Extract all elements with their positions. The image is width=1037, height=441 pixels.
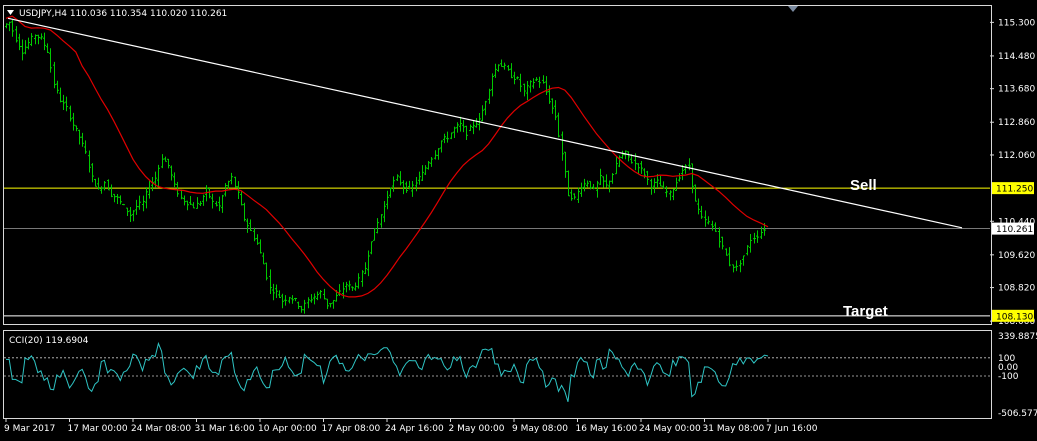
time-tick-label: 24 Mar 08:00 bbox=[131, 424, 191, 434]
svg-text:111.250: 111.250 bbox=[996, 185, 1033, 195]
price-tick-label: 109.620 bbox=[998, 251, 1035, 261]
time-tick-label: 2 May 00:00 bbox=[449, 424, 505, 434]
time-tick-label: 10 Apr 00:00 bbox=[258, 424, 317, 434]
cci-tick-label: -100 bbox=[998, 372, 1019, 382]
cci-tick-label: 339.8875 bbox=[998, 332, 1037, 342]
bid-price-tag: 110.261 bbox=[992, 222, 1034, 235]
time-tick-label: 9 Mar 2017 bbox=[4, 424, 55, 434]
time-tick-label: 7 Jun 16:00 bbox=[766, 424, 818, 434]
target-label: Target bbox=[843, 303, 888, 320]
time-tick-label: 31 Mar 16:00 bbox=[195, 424, 255, 434]
time-tick-label: 9 May 08:00 bbox=[512, 424, 568, 434]
symbol-info: USDJPY,H4 110.036 110.354 110.020 110.26… bbox=[19, 9, 227, 19]
time-tick-label: 17 Apr 08:00 bbox=[322, 424, 381, 434]
price-tick-label: 112.060 bbox=[998, 151, 1035, 161]
price-tick-label: 112.860 bbox=[998, 118, 1035, 128]
time-tick-label: 17 Mar 00:00 bbox=[68, 424, 128, 434]
time-tick-label: 24 Apr 16:00 bbox=[385, 424, 444, 434]
price-tick-label: 114.480 bbox=[998, 52, 1035, 62]
cci-tick-label: -506.5777 bbox=[998, 409, 1037, 419]
mt4-chart-window[interactable]: USDJPY,H4 110.036 110.354 110.020 110.26… bbox=[0, 0, 1037, 441]
price-tick-label: 108.820 bbox=[998, 284, 1035, 294]
svg-text:108.130: 108.130 bbox=[996, 312, 1033, 322]
time-tick-label: 31 May 08:00 bbox=[703, 424, 765, 434]
sell-price-tag: 111.250 bbox=[992, 182, 1034, 195]
time-tick-label: 24 May 00:00 bbox=[639, 424, 701, 434]
price-tick-label: 115.300 bbox=[998, 18, 1035, 28]
svg-text:110.261: 110.261 bbox=[996, 225, 1033, 235]
time-tick-label: 16 May 16:00 bbox=[576, 424, 638, 434]
cci-label: CCI(20) 119.6904 bbox=[9, 336, 89, 346]
sell-label: Sell bbox=[850, 177, 877, 194]
target-price-tag: 108.130 bbox=[992, 309, 1034, 322]
price-tick-label: 113.680 bbox=[998, 85, 1035, 95]
